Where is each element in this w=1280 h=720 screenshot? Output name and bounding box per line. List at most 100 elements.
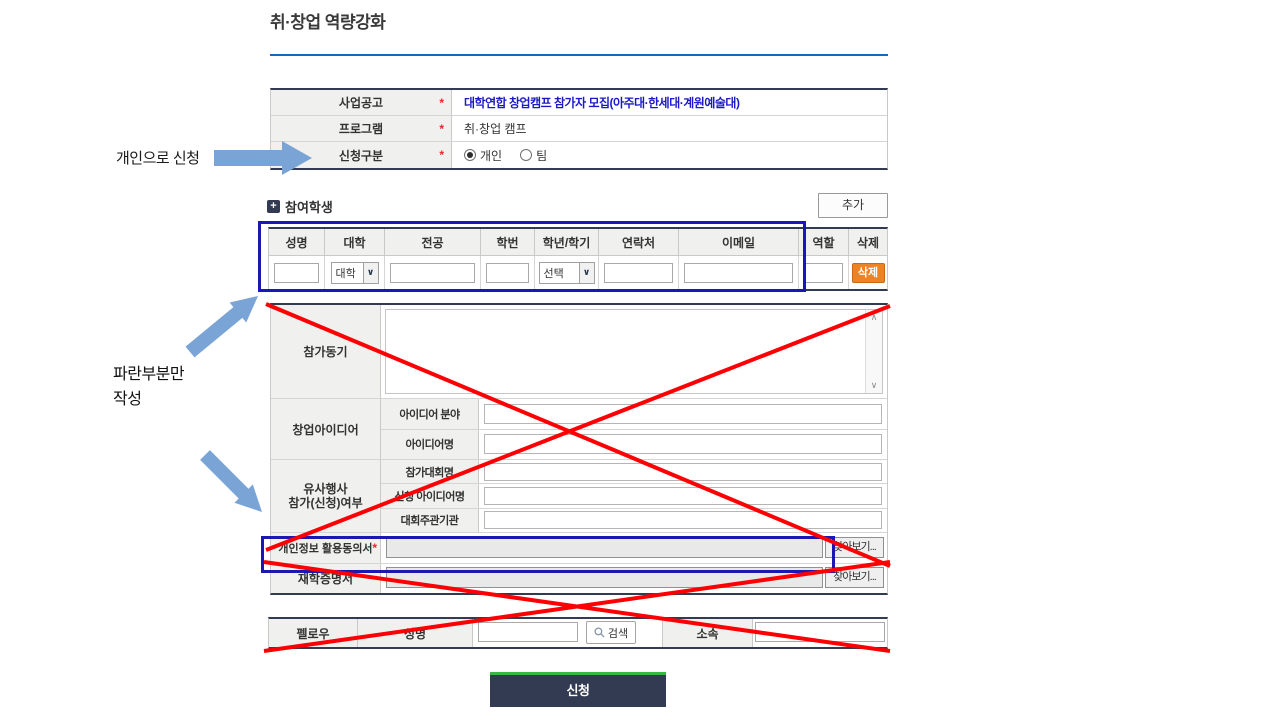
radio-checked-icon[interactable]	[464, 149, 476, 161]
year-term-select[interactable]: 선택 ∨	[539, 262, 595, 284]
business-notice-value[interactable]: 대학연합 창업캠프 참가자 모집(아주대·한세대·계원예술대)	[464, 94, 739, 111]
col-header-student-id: 학번	[481, 229, 535, 256]
business-notice-label-cell: 사업공고 *	[271, 90, 452, 115]
fellow-label: 펠로우	[269, 619, 358, 647]
col-header-contact: 연락처	[599, 229, 679, 256]
contest-host-label: 대회주관기관	[381, 509, 479, 532]
table-row: 신청구분 * 개인 팀	[271, 142, 887, 168]
similar-event-content: 참가대회명 신청 아이디어명 대회주관기관	[381, 460, 887, 532]
program-label: 프로그램	[339, 120, 383, 137]
student-email-input[interactable]	[684, 263, 793, 283]
university-select[interactable]: 대학 ∨	[331, 262, 379, 284]
program-value: 취·창업 캠프	[464, 120, 527, 137]
idea-field-label: 아이디어 분야	[381, 399, 479, 429]
application-form-page: 취·창업 역량강화 사업공고 * 대학연합 창업캠프 참가자 모집(아주대·한세…	[0, 0, 1280, 720]
required-asterisk: *	[439, 122, 444, 136]
radio-team-label[interactable]: 팀	[536, 147, 547, 164]
radio-individual-label[interactable]: 개인	[480, 147, 502, 164]
application-type-label-cell: 신청구분 *	[271, 142, 452, 168]
fellow-name-input[interactable]	[478, 622, 578, 642]
fellow-search-button[interactable]: 검색	[586, 621, 636, 644]
col-header-delete: 삭제	[849, 229, 887, 256]
student-role-input[interactable]	[804, 263, 843, 283]
fellow-affiliation-label: 소속	[663, 619, 753, 647]
arrow-down-right-icon	[200, 450, 262, 512]
col-header-name: 성명	[269, 229, 325, 256]
enrollment-cert-label-cell: 재학증명서	[271, 564, 381, 593]
similar-event-label-line1: 유사행사	[303, 482, 347, 496]
applied-idea-label: 신청 아이디어명	[381, 484, 479, 507]
search-icon	[594, 627, 605, 638]
contest-name-subrow: 참가대회명	[381, 460, 887, 484]
program-label-cell: 프로그램 *	[271, 116, 452, 141]
privacy-file-input[interactable]	[386, 537, 823, 558]
student-id-input[interactable]	[486, 263, 529, 283]
idea-field-input[interactable]	[484, 404, 882, 424]
detail-form-table: 참가동기 ∧ ∨ 창업아이디어 아이디어 분야	[270, 303, 888, 595]
radio-individual[interactable]: 개인	[464, 147, 502, 164]
scroll-up-icon[interactable]: ∧	[866, 310, 882, 325]
motivation-row: 참가동기 ∧ ∨	[271, 305, 887, 399]
radio-team[interactable]: 팀	[520, 147, 547, 164]
fellow-search-cell: 검색	[473, 619, 663, 647]
enrollment-browse-button[interactable]: 찾아보기...	[825, 567, 884, 588]
applied-idea-input[interactable]	[484, 487, 882, 505]
required-asterisk: *	[439, 148, 444, 162]
university-select-value: 대학	[332, 265, 363, 281]
fellow-table: 펠로우 성명 검색 소속	[268, 617, 888, 649]
applied-idea-subrow: 신청 아이디어명	[381, 484, 887, 508]
required-asterisk: *	[439, 96, 444, 110]
col-header-role: 역할	[799, 229, 849, 256]
motivation-content-cell: ∧ ∨	[381, 305, 887, 398]
enrollment-file-input[interactable]	[386, 567, 823, 588]
student-major-input[interactable]	[390, 263, 475, 283]
col-header-email: 이메일	[679, 229, 799, 256]
privacy-consent-label-cell: 개인정보 활용동의서 *	[271, 533, 381, 563]
idea-name-input[interactable]	[484, 434, 882, 454]
startup-idea-label: 창업아이디어	[292, 421, 358, 438]
radio-unchecked-icon[interactable]	[520, 149, 532, 161]
business-notice-label: 사업공고	[339, 94, 383, 111]
table-row: 프로그램 * 취·창업 캠프	[271, 116, 887, 142]
arrow-up-right-icon	[186, 296, 259, 357]
student-contact-input[interactable]	[604, 263, 673, 283]
year-term-select-value: 선택	[540, 265, 579, 281]
chevron-down-icon: ∨	[579, 263, 594, 283]
similar-event-row: 유사행사 참가(신청)여부 참가대회명 신청 아이디어명 대회주관기관	[271, 460, 887, 533]
idea-field-subrow: 아이디어 분야	[381, 399, 887, 430]
application-type-value-cell: 개인 팀	[452, 142, 887, 168]
startup-idea-row: 창업아이디어 아이디어 분야 아이디어명	[271, 399, 887, 460]
contest-host-subrow: 대회주관기관	[381, 509, 887, 532]
enrollment-cert-label: 재학증명서	[298, 570, 353, 587]
startup-idea-label-cell: 창업아이디어	[271, 399, 381, 459]
submit-button[interactable]: 신청	[490, 672, 666, 707]
annotation-blue-note: 파란부분만 작성	[113, 362, 184, 412]
scroll-down-icon[interactable]: ∨	[866, 378, 882, 393]
page-title: 취·창업 역량강화	[270, 8, 385, 33]
enrollment-cert-content: 찾아보기...	[381, 564, 887, 593]
fellow-affiliation-cell	[753, 619, 887, 647]
enrollment-cert-row: 재학증명서 찾아보기...	[271, 564, 887, 593]
motivation-label-cell: 참가동기	[271, 305, 381, 398]
annotation-blue-note-line1: 파란부분만	[113, 366, 184, 383]
plus-icon: +	[267, 200, 280, 213]
textarea-scrollbar[interactable]: ∧ ∨	[865, 310, 882, 393]
contest-host-input[interactable]	[484, 511, 882, 529]
delete-student-button[interactable]: 삭제	[852, 263, 885, 283]
annotation-blue-note-line2: 작성	[113, 391, 141, 408]
privacy-browse-button[interactable]: 찾아보기...	[825, 537, 884, 558]
contest-name-input[interactable]	[484, 463, 882, 481]
motivation-textarea[interactable]: ∧ ∨	[385, 309, 883, 394]
section-title-students: 참여학생	[285, 197, 333, 216]
program-value-cell: 취·창업 캠프	[452, 116, 887, 141]
col-header-major: 전공	[385, 229, 481, 256]
student-name-input[interactable]	[274, 263, 319, 283]
motivation-label: 참가동기	[303, 343, 347, 360]
add-student-button[interactable]: 추가	[818, 193, 888, 218]
privacy-consent-content: 찾아보기...	[381, 533, 887, 563]
fellow-affiliation-input[interactable]	[755, 622, 885, 642]
idea-name-subrow: 아이디어명	[381, 430, 887, 460]
similar-event-label-line2: 참가(신청)여부	[288, 496, 362, 510]
students-input-row: 대학 ∨ 선택 ∨ 삭제	[269, 256, 887, 289]
business-notice-value-cell: 대학연합 창업캠프 참가자 모집(아주대·한세대·계원예술대)	[452, 90, 887, 115]
